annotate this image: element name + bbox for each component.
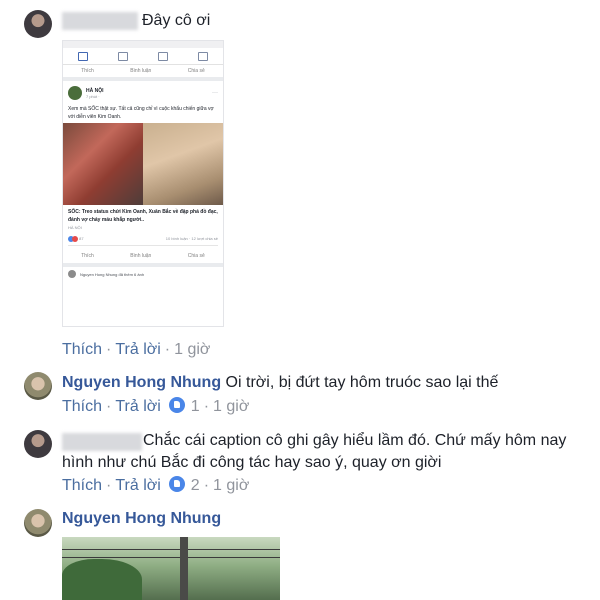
author-name[interactable]: Nguyen Hong Nhung [62,374,221,391]
phone-post: HÀ NỘI 7 phút · ··· Xem mà SỐC thật sự. … [63,81,223,249]
more-icon: ··· [212,90,218,96]
avatar[interactable] [24,430,52,458]
redacted-author-name [62,12,138,30]
menu-icon [198,51,208,61]
comment-text: Chắc cái caption cô ghi gây hiểu lầm đó.… [143,432,567,449]
link-title: SỐC: Treo status chửi Kim Oanh, Xuân Bắc… [68,209,218,223]
phone-post-actions: Thích Bình luận Chia sẻ [63,249,223,267]
reply-link[interactable]: Trả lời [115,339,160,361]
comment-actions: Thích · Trả lời · 1 giờ [62,339,210,361]
phone-post-comment: Bình luận [130,253,152,259]
like-link[interactable]: Thích [62,475,102,497]
redacted-author-name [62,433,142,451]
like-link[interactable]: Thích [62,396,102,418]
separator-dot: · [106,477,112,494]
phone-comment-label: Bình luận [130,68,152,74]
post-image-feet [143,123,223,205]
separator-dot: · [106,398,112,415]
separator-dot: · [203,398,210,415]
like-badge-icon[interactable] [168,476,185,492]
news-feed-icon [78,51,88,61]
comment-actions: Thích · Trả lời 1 · 1 giờ [62,396,249,418]
photo-wire [62,557,280,558]
like-link[interactable]: Thích [62,339,102,361]
next-post-header: Nguyen Hong Nhung đã thêm 6 ảnh [63,267,223,281]
phone-share-label: Chia sẻ [187,68,205,74]
photo-wire [62,549,280,550]
phone-like-label: Thích [81,68,94,74]
phone-post-share: Chia sẻ [187,253,205,259]
comment-text: Đây cô ơi [142,12,211,29]
photo-pole [180,537,188,600]
comment-share-count: 10 bình luận · 12 lượt chia sẻ [165,236,218,241]
phone-nav-bar [63,48,223,65]
page-avatar [68,86,82,100]
post-image-hand [63,123,143,205]
comment-photo[interactable] [62,537,280,600]
avatar[interactable] [24,372,52,400]
comment-text-line2: hình như chú Bắc đi công tác hay sao ý, … [62,454,442,471]
separator-dot: · [164,341,171,358]
notifications-icon [158,51,168,61]
next-post-text: Nguyen Hong Nhung đã thêm 6 ảnh [80,271,145,277]
separator-dot: · [106,341,112,358]
comment-attachment-screenshot[interactable]: Thích Bình luận Chia sẻ HÀ NỘI 7 phút · … [62,40,224,327]
phone-top-actions: Thích Bình luận Chia sẻ [63,65,223,81]
post-images [63,123,223,205]
timestamp[interactable]: 1 giờ [213,396,249,418]
avatar[interactable] [24,10,52,38]
page-name: HÀ NỘI [86,87,104,94]
phone-status-bar [63,41,223,48]
separator-dot: · [203,477,210,494]
reply-link[interactable]: Trả lời [115,475,160,497]
timestamp[interactable]: 1 giờ [213,475,249,497]
comment-text: Oi trời, bị đứt tay hôm truóc sao lại th… [225,374,499,391]
post-subtitle: 7 phút · [86,93,100,99]
post-text: Xem mà SỐC thật sự. Tất cả cũng chỉ vì c… [68,106,214,120]
like-badge-icon[interactable] [168,397,185,413]
reply-link[interactable]: Trả lời [115,396,160,418]
reaction-count: 87 [79,236,84,242]
like-count[interactable]: 1 [191,396,200,418]
author-name[interactable]: Nguyen Hong Nhung [62,507,221,531]
phone-post-like: Thích [81,253,94,259]
comment-body: Nguyen Hong Nhung Oi trời, bị đứt tay hô… [62,371,498,395]
avatar[interactable] [24,509,52,537]
link-source: HÀ NỘI [68,225,82,230]
comment-actions: Thích · Trả lời 2 · 1 giờ [62,475,249,497]
photo-tree [62,559,142,600]
like-count[interactable]: 2 [191,475,200,497]
post-stats: 87 10 bình luận · 12 lượt chia sẻ [68,236,218,246]
friends-icon [118,51,128,61]
timestamp[interactable]: 1 giờ [174,339,210,361]
love-reaction-icon [72,236,78,242]
next-post-avatar [68,270,76,278]
